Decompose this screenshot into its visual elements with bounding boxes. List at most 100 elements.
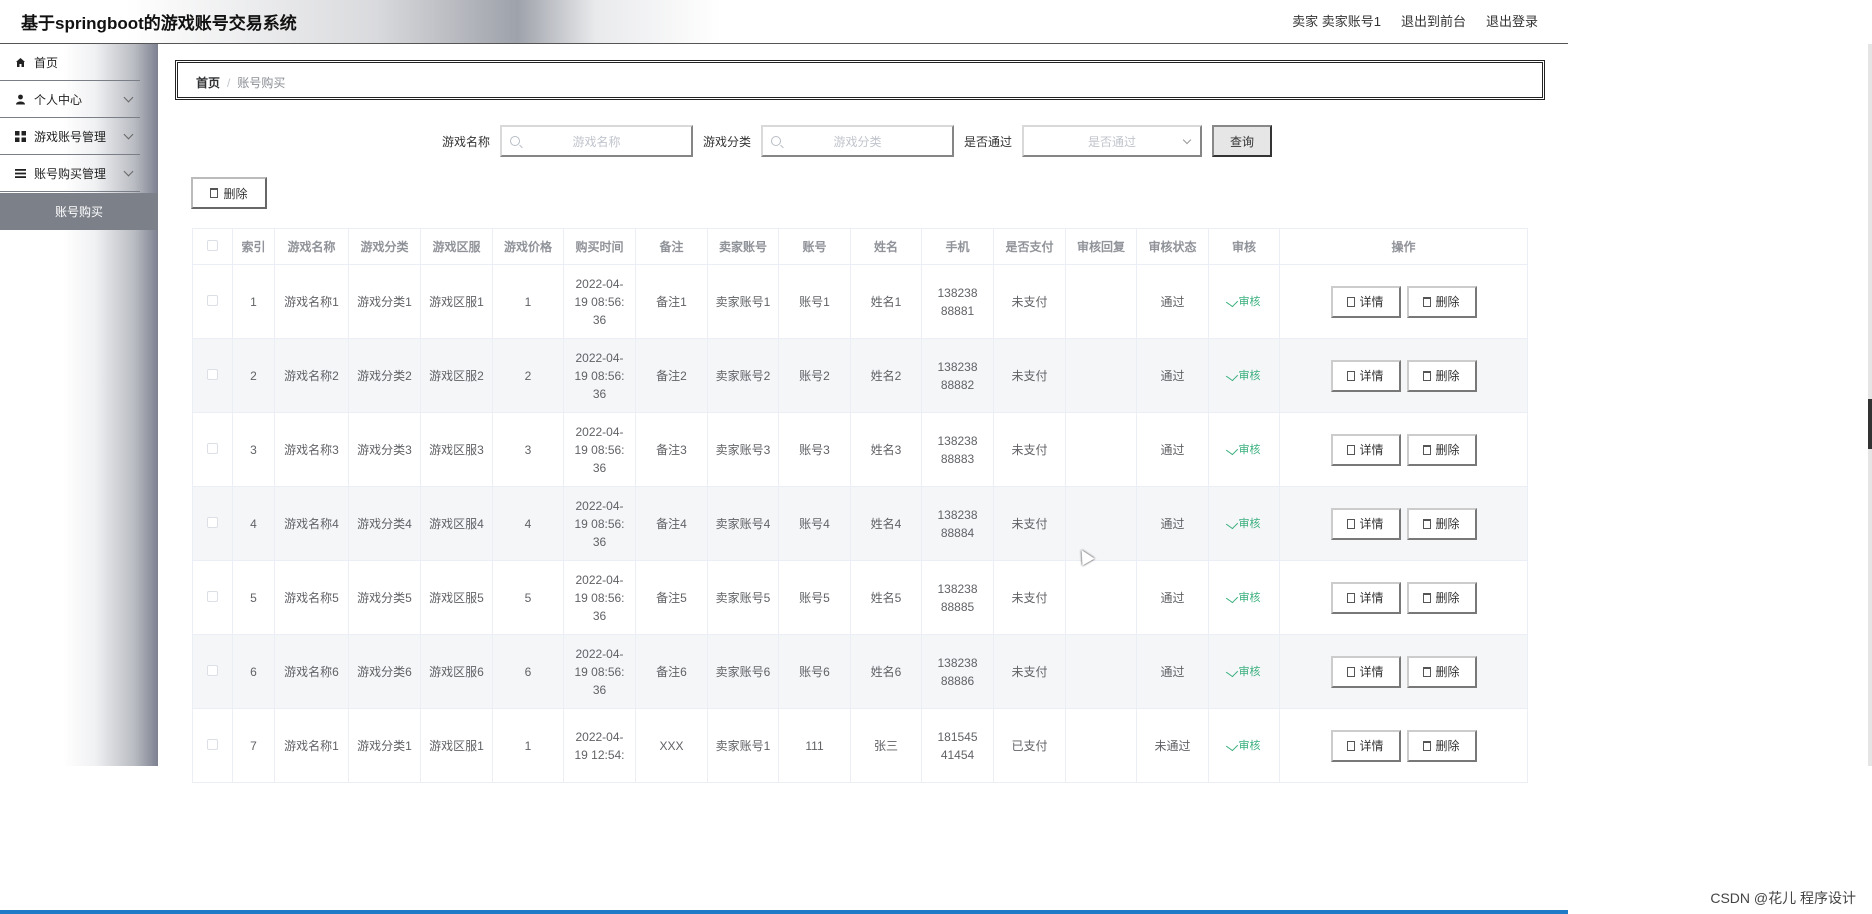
sidebar-item-game-account-mgmt[interactable]: 游戏账号管理: [0, 118, 140, 155]
cell-account: 账号2: [778, 338, 851, 413]
row-checkbox-cell[interactable]: [192, 264, 233, 339]
table-row: 3 游戏名称3 游戏分类3 游戏区服3 3 2022-04-19 08:56:36 备注3 卖…: [192, 412, 1528, 487]
audit-link[interactable]: 审核: [1225, 737, 1261, 755]
cell-cat: 游戏分类1: [348, 264, 421, 339]
audit-label: 审核: [1238, 517, 1261, 530]
sidebar-item-personal-center[interactable]: 个人中心: [0, 81, 140, 118]
logout-link[interactable]: 退出登录: [1486, 11, 1538, 30]
audit-label: 审核: [1238, 369, 1261, 382]
row-checkbox-cell[interactable]: [192, 412, 233, 487]
cell-seller: 卖家账号1: [707, 264, 779, 339]
delete-button[interactable]: 删除: [1406, 285, 1477, 318]
checkbox[interactable]: [207, 664, 218, 676]
sidebar-item-label: 游戏账号管理: [34, 129, 107, 144]
game-name-input[interactable]: 游戏名称: [500, 125, 694, 157]
checkbox[interactable]: [207, 738, 218, 750]
cell-status: 通过: [1136, 264, 1209, 339]
cell-note: 备注1: [635, 264, 708, 339]
cell-note: 备注4: [635, 486, 708, 561]
row-checkbox-cell[interactable]: [192, 634, 233, 709]
detail-button[interactable]: 详情: [1330, 581, 1401, 614]
cell-person: 姓名1: [850, 264, 922, 339]
checkbox[interactable]: [207, 294, 218, 306]
delete-button[interactable]: 删除: [1406, 655, 1477, 688]
cell-person: 姓名4: [850, 486, 922, 561]
audit-link[interactable]: 审核: [1225, 515, 1261, 533]
exit-to-front-link[interactable]: 退出到前台: [1401, 11, 1466, 30]
trash-icon: [1423, 740, 1432, 751]
delete-button[interactable]: 删除: [1406, 507, 1477, 540]
audit-link[interactable]: 审核: [1225, 441, 1261, 459]
checkbox[interactable]: [207, 368, 218, 380]
checkbox[interactable]: [207, 239, 218, 251]
cell-server: 游戏区服5: [420, 560, 493, 635]
cell-paid: 未支付: [993, 560, 1066, 635]
top-header: 基于springboot的游戏账号交易系统 卖家 卖家账号1 退出到前台 退出登…: [0, 0, 1568, 44]
detail-button[interactable]: 详情: [1330, 359, 1401, 392]
chevron-down-icon: [123, 92, 134, 103]
approved-placeholder: 是否通过: [1088, 134, 1137, 149]
app-title: 基于springboot的游戏账号交易系统: [21, 14, 297, 33]
chevron-down-icon: [123, 129, 134, 140]
delete-button[interactable]: 删除: [1406, 729, 1477, 762]
delete-button[interactable]: 删除: [1406, 581, 1477, 614]
detail-button[interactable]: 详情: [1330, 285, 1401, 318]
actions-cell: 详情 删除: [1279, 338, 1528, 413]
row-checkbox-cell[interactable]: [192, 338, 233, 413]
approved-select[interactable]: 是否通过: [1022, 125, 1203, 157]
cell-server: 游戏区服1: [420, 708, 493, 783]
batch-delete-label: 删除: [223, 186, 248, 201]
breadcrumb-home[interactable]: 首页: [196, 76, 220, 90]
detail-button[interactable]: 详情: [1330, 433, 1401, 466]
audit-label: 审核: [1238, 665, 1261, 678]
game-category-input[interactable]: 游戏分类: [761, 125, 955, 157]
sidebar-item-purchase-mgmt[interactable]: 账号购买管理: [0, 155, 140, 192]
document-icon: [1347, 518, 1356, 529]
row-checkbox-cell[interactable]: [192, 486, 233, 561]
search-form: 游戏名称 游戏名称 游戏分类 游戏分类 是否通过 是否通过 查询: [442, 125, 1273, 157]
checkbox[interactable]: [207, 442, 218, 454]
detail-button[interactable]: 详情: [1330, 729, 1401, 762]
cell-time: 2022-04-19 08:56:36: [563, 412, 636, 487]
cell-server: 游戏区服1: [420, 264, 493, 339]
select-all-checkbox-cell[interactable]: [192, 228, 233, 265]
row-checkbox-cell[interactable]: [192, 708, 233, 783]
audit-link[interactable]: 审核: [1225, 589, 1261, 607]
detail-button[interactable]: 详情: [1330, 655, 1401, 688]
search-icon: [771, 136, 782, 146]
audit-link[interactable]: 审核: [1225, 663, 1261, 681]
detail-button[interactable]: 详情: [1330, 507, 1401, 540]
checkbox[interactable]: [207, 590, 218, 602]
audit-link[interactable]: 审核: [1225, 293, 1261, 311]
cell-paid: 未支付: [993, 338, 1066, 413]
cell-status: 通过: [1136, 560, 1209, 635]
trash-icon: [1423, 370, 1432, 381]
cell-server: 游戏区服6: [420, 634, 493, 709]
audit-label: 审核: [1238, 591, 1261, 604]
delete-button[interactable]: 删除: [1406, 359, 1477, 392]
cell-person: 姓名5: [850, 560, 922, 635]
cell-name: 游戏名称5: [274, 560, 349, 635]
delete-label: 删除: [1435, 442, 1460, 457]
audit-link[interactable]: 审核: [1225, 367, 1261, 385]
query-button[interactable]: 查询: [1212, 125, 1273, 157]
actions-cell: 详情 删除: [1279, 560, 1528, 635]
cell-reply: [1065, 338, 1137, 413]
cell-status: 通过: [1136, 634, 1209, 709]
column-header: 游戏价格: [492, 228, 564, 265]
audit-label: 审核: [1238, 443, 1261, 456]
row-checkbox-cell[interactable]: [192, 560, 233, 635]
vertical-scrollbar[interactable]: [1868, 44, 1872, 766]
sidebar-item-home[interactable]: 首页: [0, 44, 140, 81]
checkbox[interactable]: [207, 516, 218, 528]
audit-cell: 审核: [1208, 708, 1280, 783]
scrollbar-thumb[interactable]: [1868, 399, 1872, 449]
cell-idx: 3: [232, 412, 275, 487]
delete-button[interactable]: 删除: [1406, 433, 1477, 466]
batch-delete-button[interactable]: 删除: [191, 177, 267, 209]
column-header: 姓名: [850, 228, 922, 265]
sidebar-subitem-account-purchase[interactable]: 账号购买: [0, 193, 158, 230]
edit-icon: [1225, 518, 1238, 529]
game-name-label: 游戏名称: [442, 134, 491, 149]
trash-icon: [210, 188, 219, 198]
